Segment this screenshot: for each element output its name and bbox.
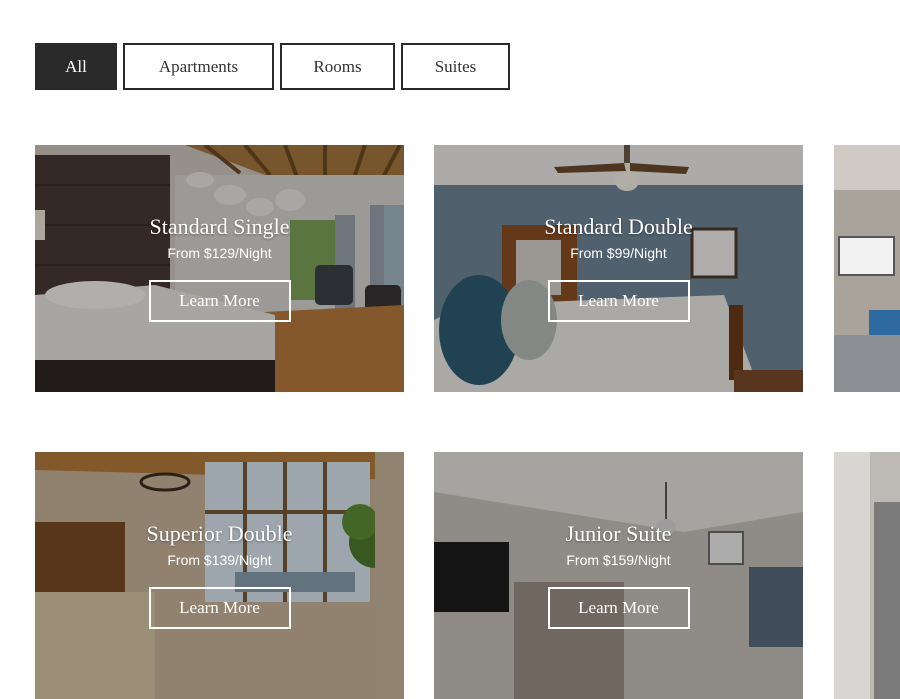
room-photo [834, 452, 900, 699]
learn-more-button[interactable]: Learn More [148, 280, 291, 322]
room-card-superior-double[interactable]: Superior Double From $139/Night Learn Mo… [35, 452, 404, 699]
learn-more-button[interactable]: Learn More [547, 280, 690, 322]
filter-rooms-button[interactable]: Rooms [280, 43, 395, 90]
room-title: Junior Suite [565, 521, 672, 546]
room-photo [834, 145, 900, 392]
room-price: From $99/Night [570, 245, 667, 261]
room-card-junior-suite[interactable]: Junior Suite From $159/Night Learn More [434, 452, 803, 699]
room-price: From $129/Night [167, 245, 272, 261]
filter-apartments-button[interactable]: Apartments [123, 43, 274, 90]
room-card-partial[interactable] [834, 452, 900, 699]
image-overlay [35, 145, 404, 392]
image-overlay [434, 145, 803, 392]
learn-more-button[interactable]: Learn More [547, 587, 690, 629]
room-card-standard-single[interactable]: Standard Single From $129/Night Learn Mo… [35, 145, 404, 392]
room-card-standard-double[interactable]: Standard Double From $99/Night Learn Mor… [434, 145, 803, 392]
room-title: Standard Double [544, 214, 693, 239]
room-title: Standard Single [149, 214, 290, 239]
image-overlay [35, 452, 404, 699]
filter-suites-button[interactable]: Suites [401, 43, 510, 90]
room-price: From $139/Night [167, 552, 272, 568]
room-price: From $159/Night [566, 552, 671, 568]
room-card-partial[interactable] [834, 145, 900, 392]
image-overlay [434, 452, 803, 699]
learn-more-button[interactable]: Learn More [148, 587, 291, 629]
filter-bar: All Apartments Rooms Suites [35, 43, 510, 90]
filter-all-button[interactable]: All [35, 43, 117, 90]
room-title: Superior Double [146, 521, 293, 546]
